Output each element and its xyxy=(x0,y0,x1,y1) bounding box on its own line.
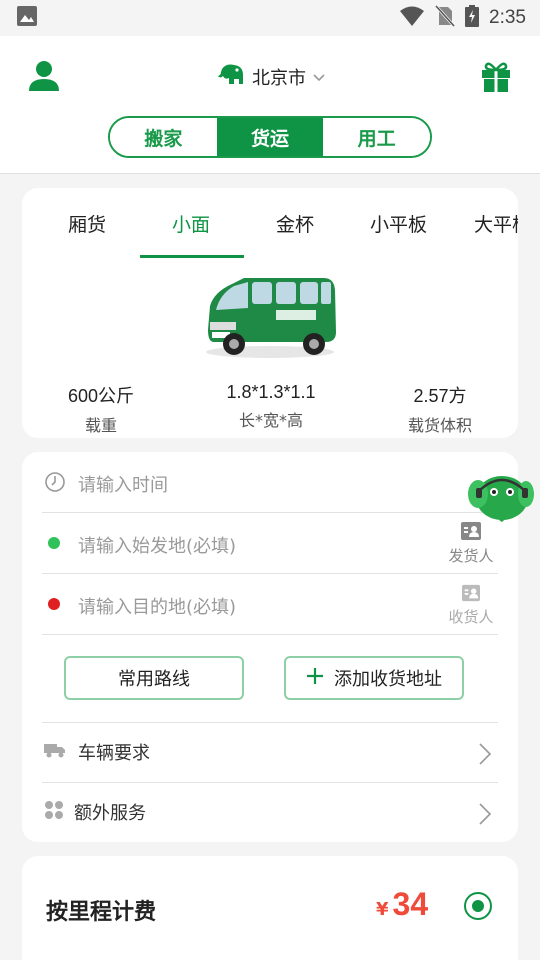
minivan-image xyxy=(198,272,342,360)
customer-service-mascot-button[interactable] xyxy=(466,470,534,526)
battery-charging-icon xyxy=(465,4,480,32)
no-sim-icon xyxy=(434,4,456,32)
tab-jinbei[interactable]: 金杯 xyxy=(276,210,314,237)
extra-services-label: 额外服务 xyxy=(74,803,146,824)
vehicle-specs: 600公斤 载重 1.8*1.3*1.1 长*宽*高 2.57方 载货体积 xyxy=(22,382,518,436)
user-profile-button[interactable] xyxy=(26,58,62,94)
elephant-logo-icon xyxy=(216,63,246,92)
spec-dimensions: 1.8*1.3*1.1 长*宽*高 xyxy=(180,382,362,436)
spec-volume-value: 2.57方 xyxy=(413,386,467,406)
order-form-card: 请输入时间 请输入始发地(必填) 发货人 请输入目的地(必填) 收货人 常用路线… xyxy=(22,452,518,842)
price-currency: ¥ xyxy=(376,899,389,920)
app-header: 北京市 搬家 货运 用工 xyxy=(0,36,540,174)
price-value: 34 xyxy=(392,886,429,922)
tab-small-flatbed[interactable]: 小平板 xyxy=(370,210,427,237)
active-tab-indicator xyxy=(140,255,244,258)
common-routes-label: 常用路线 xyxy=(118,669,190,690)
vehicle-type-tabs: 厢货 小面 金杯 小平板 大平板 xyxy=(22,188,518,260)
spec-volume: 2.57方 载货体积 xyxy=(362,382,518,436)
origin-dot-icon xyxy=(48,537,60,549)
sender-label: 发货人 xyxy=(448,547,494,565)
common-routes-button[interactable]: 常用路线 xyxy=(64,656,244,700)
vehicle-requirements-label: 车辆要求 xyxy=(78,743,150,764)
add-address-label: 添加收货地址 xyxy=(334,669,442,690)
elephant-mascot-icon xyxy=(466,476,534,530)
tab-box-truck[interactable]: 厢货 xyxy=(68,210,106,237)
chevron-right-icon xyxy=(478,802,492,830)
spec-load-label: 载重 xyxy=(84,416,117,435)
destination-input[interactable]: 请输入目的地(必填) xyxy=(78,593,236,619)
wifi-icon xyxy=(399,5,425,32)
truck-icon xyxy=(44,742,66,762)
segment-freight[interactable]: 货运 xyxy=(216,118,324,156)
chevron-right-icon xyxy=(478,742,492,770)
pricing-card[interactable]: 按里程计费 ¥ 34 xyxy=(22,856,518,960)
spec-load-value: 600公斤 xyxy=(67,386,135,406)
receiver-contact-button[interactable]: 收货人 xyxy=(444,584,498,627)
gift-icon xyxy=(478,62,514,98)
price-amount: ¥ 34 xyxy=(376,886,428,923)
tab-minivan[interactable]: 小面 xyxy=(172,210,210,237)
pricing-title: 按里程计费 xyxy=(46,900,157,925)
destination-row[interactable]: 请输入目的地(必填) 收货人 xyxy=(42,574,498,635)
spec-volume-label: 载货体积 xyxy=(407,416,472,435)
segment-labor[interactable]: 用工 xyxy=(323,118,430,156)
pricing-radio-selected[interactable] xyxy=(464,892,492,920)
grid-services-icon xyxy=(44,800,64,824)
city-selector[interactable]: 北京市 xyxy=(216,62,326,92)
spec-dimensions-value: 1.8*1.3*1.1 xyxy=(226,382,316,402)
vehicle-requirements-row[interactable]: 车辆要求 xyxy=(42,722,498,782)
origin-input[interactable]: 请输入始发地(必填) xyxy=(78,532,236,558)
spec-dimensions-label: 长*宽*高 xyxy=(238,411,303,430)
extra-services-row[interactable]: 额外服务 xyxy=(42,782,498,842)
user-icon xyxy=(26,61,62,98)
time-row[interactable]: 请输入时间 xyxy=(42,452,498,513)
plus-icon xyxy=(306,667,324,690)
time-input[interactable]: 请输入时间 xyxy=(78,471,168,497)
origin-row[interactable]: 请输入始发地(必填) 发货人 xyxy=(42,513,498,574)
status-time: 2:35 xyxy=(489,7,526,28)
chevron-down-icon xyxy=(312,67,326,88)
tab-large-flatbed[interactable]: 大平板 xyxy=(474,210,518,237)
receiver-label: 收货人 xyxy=(448,608,494,626)
city-name: 北京市 xyxy=(252,68,306,89)
clock-icon xyxy=(44,471,66,497)
service-segmented-control: 搬家 货运 用工 xyxy=(108,116,432,158)
add-address-button[interactable]: 添加收货地址 xyxy=(284,656,464,700)
gift-button[interactable] xyxy=(478,58,514,94)
status-bar: 2:35 xyxy=(0,0,540,36)
vehicle-card: 厢货 小面 金杯 小平板 大平板 600公斤 载重 1.8*1.3*1.1 xyxy=(22,188,518,438)
destination-dot-icon xyxy=(48,598,60,610)
segment-moving[interactable]: 搬家 xyxy=(110,118,217,156)
spec-load: 600公斤 载重 xyxy=(22,382,180,436)
image-notification-icon xyxy=(16,5,38,31)
contact-card-icon xyxy=(461,584,481,606)
